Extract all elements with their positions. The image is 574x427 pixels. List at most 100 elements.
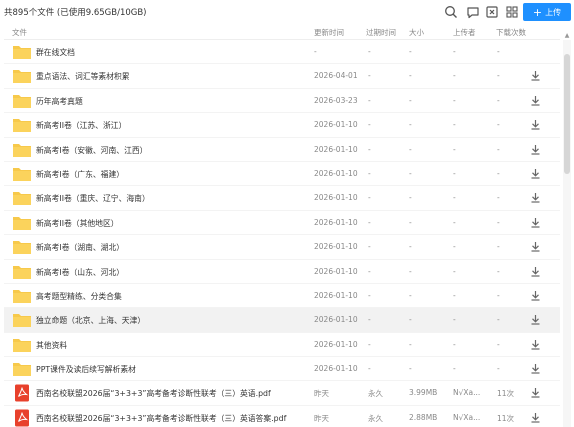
download-icon[interactable] xyxy=(530,70,541,81)
file-name[interactable]: PPT课件及读后续写解析素材 xyxy=(36,364,136,375)
file-downloads: - xyxy=(497,290,500,300)
download-icon[interactable] xyxy=(530,339,541,350)
file-downloads: - xyxy=(497,315,500,325)
file-size: - xyxy=(409,47,412,56)
file-downloads: - xyxy=(497,168,500,178)
file-name[interactable]: 独立命题（北京、上海、天津） xyxy=(36,315,145,326)
column-uploader[interactable]: 上传者 xyxy=(453,27,476,38)
file-size: - xyxy=(409,242,412,252)
file-row[interactable]: 高考题型精练、分类合集 2026-01-10- - - - xyxy=(4,284,560,309)
file-expires: - xyxy=(368,168,371,178)
file-expires: - xyxy=(368,193,371,203)
pdf-file-icon xyxy=(12,384,32,402)
file-row[interactable]: 新高考I卷（安徽、河南、江西） 2026-01-10- - - - xyxy=(4,138,560,162)
file-name[interactable]: 历年高考真题 xyxy=(36,96,83,107)
file-uploader: - xyxy=(453,217,456,227)
close-square-icon[interactable] xyxy=(485,5,499,19)
file-updated: 2026-01-10 xyxy=(314,193,358,203)
file-row[interactable]: 新高考II卷（重庆、辽宁、海南） 2026-01-10- - - - xyxy=(4,186,560,211)
file-row[interactable]: 历年高考真题 2026-03-23- - - - xyxy=(4,89,560,114)
file-row[interactable]: 新高考I卷（湖南、湖北） 2026-01-10- - - - xyxy=(4,235,560,260)
file-expires: - xyxy=(368,144,371,154)
file-row[interactable]: 独立命题（北京、上海、天津） 2026-01-10- - - - xyxy=(4,308,560,333)
download-icon[interactable] xyxy=(530,363,541,374)
file-row[interactable]: 重点语法、词汇等素材积累 2026-04-01- - - - xyxy=(4,64,560,89)
file-downloads: - xyxy=(497,242,500,252)
file-row[interactable]: 新高考II卷（江苏、浙江） 2026-01-10- - - - xyxy=(4,113,560,138)
download-icon[interactable] xyxy=(530,95,541,106)
search-icon[interactable] xyxy=(444,5,458,19)
download-icon[interactable] xyxy=(530,266,541,277)
scroll-up-arrow[interactable]: ▲ xyxy=(564,33,570,39)
file-size: - xyxy=(409,193,412,203)
column-updated[interactable]: 更新时间 xyxy=(314,27,344,38)
scrollbar[interactable] xyxy=(563,40,571,427)
file-row[interactable]: 西南名校联盟2026届“3+3+3”高考备考诊断性联考（三）英语.pdf 昨天 永久… xyxy=(4,381,560,406)
file-uploader: - xyxy=(453,266,456,276)
folder-icon xyxy=(12,311,32,329)
file-row[interactable]: 新高考I卷（山东、河北） 2026-01-10- - - - xyxy=(4,260,560,284)
download-icon[interactable] xyxy=(530,119,541,130)
download-icon[interactable] xyxy=(530,290,541,301)
file-name[interactable]: 西南名校联盟2026届“3+3+3”高考备考诊断性联考（三）英语.pdf xyxy=(36,388,271,399)
file-uploader: - xyxy=(453,120,456,130)
file-updated: 2026-01-10 xyxy=(314,315,358,325)
folder-icon xyxy=(12,43,32,61)
file-uploader: - xyxy=(453,193,456,203)
file-row[interactable]: 新高考I卷（广东、福建） 2026-01-10- - - - xyxy=(4,162,560,187)
upload-button[interactable]: + 上传 xyxy=(523,3,571,21)
file-downloads: - xyxy=(497,193,500,203)
file-size: - xyxy=(409,168,412,178)
column-downloads[interactable]: 下载次数 xyxy=(496,27,526,38)
file-name[interactable]: 其他资料 xyxy=(36,340,67,351)
file-uploader: N√Xa... xyxy=(453,388,481,398)
download-icon[interactable] xyxy=(530,217,541,228)
scrollbar-thumb[interactable] xyxy=(564,54,570,174)
file-downloads: 11次 xyxy=(497,413,515,423)
file-uploader: - xyxy=(453,290,456,300)
column-expires[interactable]: 过期时间 xyxy=(366,27,396,38)
download-icon[interactable] xyxy=(530,168,541,179)
file-name[interactable]: 新高考I卷（山东、河北） xyxy=(36,267,124,278)
file-uploader: - xyxy=(453,364,456,374)
download-icon[interactable] xyxy=(530,192,541,203)
file-uploader: - xyxy=(453,144,456,154)
file-name[interactable]: 新高考II卷（江苏、浙江） xyxy=(36,120,126,131)
file-downloads: - xyxy=(497,71,500,81)
file-updated: 2026-01-10 xyxy=(314,217,358,227)
file-name[interactable]: 新高考II卷（重庆、辽宁、海南） xyxy=(36,193,150,204)
upload-button-label: 上传 xyxy=(545,7,562,17)
download-icon[interactable] xyxy=(530,387,541,399)
file-name[interactable]: 高考题型精练、分类合集 xyxy=(36,291,122,302)
file-name[interactable]: 重点语法、词汇等素材积累 xyxy=(36,71,130,82)
download-icon[interactable] xyxy=(530,241,541,252)
file-name[interactable]: 新高考I卷（安徽、河南、江西） xyxy=(36,145,147,156)
file-updated: 2026-01-10 xyxy=(314,242,358,252)
column-name[interactable]: 文件 xyxy=(12,27,27,38)
grid-view-icon[interactable] xyxy=(505,5,519,19)
file-name[interactable]: 新高考I卷（广东、福建） xyxy=(36,169,124,180)
download-icon[interactable] xyxy=(530,314,541,325)
file-row[interactable]: 西南名校联盟2026届“3+3+3”高考备考诊断性联考（三）英语答案.pdf 昨天… xyxy=(4,406,560,427)
column-size[interactable]: 大小 xyxy=(409,27,424,38)
file-name[interactable]: 群在线文档 xyxy=(36,47,75,58)
file-size: - xyxy=(409,266,412,276)
chat-icon[interactable] xyxy=(466,5,480,19)
file-row[interactable]: 其他资料 2026-01-10- - - - xyxy=(4,333,560,358)
file-updated: 2026-01-10 xyxy=(314,290,358,300)
file-row[interactable]: PPT课件及读后续写解析素材 2026-01-10- - - - xyxy=(4,357,560,382)
file-expires: - xyxy=(368,290,371,300)
file-expires: - xyxy=(368,315,371,325)
download-icon[interactable] xyxy=(530,412,541,423)
file-row[interactable]: 群在线文档 - - - - - xyxy=(4,40,560,65)
download-icon[interactable] xyxy=(530,144,541,155)
storage-summary: 共895个文件 (已使用9.65GB/10GB) xyxy=(4,8,147,18)
file-expires: - xyxy=(368,95,371,105)
file-uploader: - xyxy=(453,315,456,325)
file-name[interactable]: 西南名校联盟2026届“3+3+3”高考备考诊断性联考（三）英语答案.pdf xyxy=(36,413,286,424)
file-row[interactable]: 新高考II卷（其他地区） 2026-01-10- - - - xyxy=(4,211,560,236)
file-name[interactable]: 新高考I卷（湖南、湖北） xyxy=(36,242,124,253)
plus-icon: + xyxy=(532,5,543,19)
file-name[interactable]: 新高考II卷（其他地区） xyxy=(36,218,119,229)
file-expires: - xyxy=(368,47,371,56)
